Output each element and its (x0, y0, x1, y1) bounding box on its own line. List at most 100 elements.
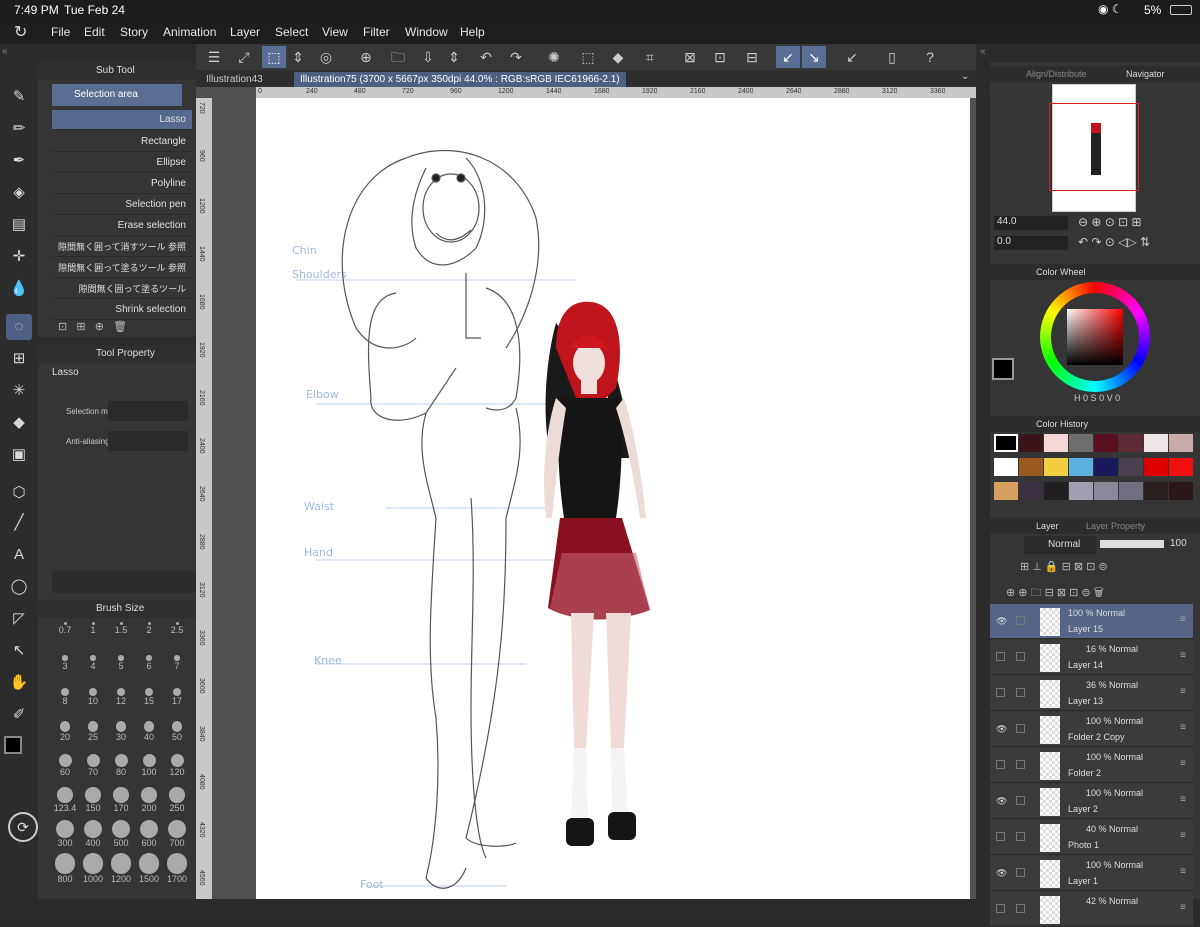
navigator-preview[interactable] (1049, 84, 1139, 212)
rotation-field[interactable]: 0.0 (994, 236, 1068, 250)
selection-edit-icon[interactable]: ⬚ (262, 46, 286, 68)
save-icon[interactable]: ⇩ (416, 46, 440, 68)
brush-size-option[interactable]: 7 (164, 655, 190, 671)
brush-size-option[interactable]: 1.5 (108, 622, 134, 635)
record-icon[interactable]: ◎ (314, 46, 338, 68)
eyedropper-icon[interactable]: ✐ (6, 702, 32, 728)
layer-menu-icon[interactable]: ≡ (1180, 794, 1186, 805)
brush-size-option[interactable]: 15 (136, 688, 162, 706)
color-history-swatch[interactable] (994, 458, 1018, 476)
opacity-value[interactable]: 100 (1170, 538, 1187, 549)
layer-menu-icon[interactable]: ≡ (1180, 830, 1186, 841)
hamburger-menu-icon[interactable]: ☰ (202, 46, 226, 68)
clear-icon[interactable]: ⬚ (576, 46, 600, 68)
sub-tool-actions[interactable]: ⊡ ⊞ ⊕ 🗑 (58, 320, 127, 333)
gradient-icon[interactable]: ▣ (6, 442, 32, 468)
select-layer-icon[interactable]: ⊞ (6, 346, 32, 372)
brush-size-option[interactable]: 300 (52, 820, 78, 848)
color-history-swatch[interactable] (1019, 434, 1043, 452)
brush-size-option[interactable]: 120 (164, 754, 190, 777)
layer-row[interactable]: 👁 100 % Normal Layer 1 ≡ (990, 856, 1193, 891)
menu-layer[interactable]: Layer (230, 25, 260, 39)
sub-tool-selection-pen[interactable]: Selection pen (52, 195, 192, 215)
selection-mode-buttons[interactable] (108, 401, 188, 421)
undo-icon[interactable]: ↶ (474, 46, 498, 68)
pencil-icon[interactable]: ✏ (6, 116, 32, 142)
visibility-toggle[interactable] (996, 688, 1005, 697)
layer-lock-toggle[interactable] (1016, 760, 1025, 769)
tab-illustration75[interactable]: Illustration75 (3700 x 5667px 350dpi 44.… (294, 72, 626, 87)
sub-tool-custom-2[interactable]: 隙間無く囲って塗るツール 参照 (52, 258, 192, 278)
brush-size-option[interactable]: 1700 (164, 853, 190, 884)
layer-row[interactable]: 42 % Normal ≡ (990, 892, 1193, 927)
brush-size-option[interactable]: 1500 (136, 853, 162, 884)
color-square[interactable] (1067, 309, 1123, 365)
eraser-icon[interactable]: ◈ (6, 180, 32, 206)
visibility-toggle[interactable] (996, 652, 1005, 661)
color-history-swatch[interactable] (1169, 458, 1193, 476)
visibility-eye-icon[interactable]: 👁 (996, 868, 1007, 878)
color-history-swatch[interactable] (1094, 434, 1118, 452)
brush-size-option[interactable]: 100 (136, 754, 162, 777)
brush-size-option[interactable]: 50 (164, 721, 190, 742)
brush-size-option[interactable]: 6 (136, 655, 162, 671)
color-history-swatch[interactable] (1069, 434, 1093, 452)
visibility-toggle[interactable] (996, 832, 1005, 841)
sub-tool-ellipse[interactable]: Ellipse (52, 153, 192, 173)
brush-size-option[interactable]: 800 (52, 853, 78, 884)
menu-file[interactable]: File (51, 25, 70, 39)
brush-size-option[interactable]: 80 (108, 754, 134, 777)
color-history-swatch[interactable] (1094, 458, 1118, 476)
layer-lock-toggle[interactable] (1016, 724, 1025, 733)
snap-ruler-icon[interactable]: ⊟ (740, 46, 764, 68)
brush-size-option[interactable]: 12 (108, 688, 134, 706)
canvas-document[interactable]: Chin Shoulders Elbow Waist Hand Knee Foo… (256, 98, 970, 899)
color-history-swatch[interactable] (1094, 482, 1118, 500)
current-color-swatch[interactable] (992, 358, 1014, 380)
layer-row[interactable]: 36 % Normal Layer 13 ≡ (990, 676, 1193, 711)
transform-icon[interactable]: ⌗ (638, 46, 662, 68)
brush-size-option[interactable]: 500 (108, 820, 134, 848)
color-history-swatch[interactable] (1044, 434, 1068, 452)
brush-size-option[interactable]: 40 (136, 721, 162, 742)
line-icon[interactable]: ╱ (6, 510, 32, 536)
color-history-swatch[interactable] (1044, 482, 1068, 500)
brush-size-option[interactable]: 10 (80, 688, 106, 706)
sub-tool-polyline[interactable]: Polyline (52, 174, 192, 194)
color-history-swatch[interactable] (1069, 458, 1093, 476)
operation-icon[interactable]: ↖ (6, 638, 32, 664)
color-history-swatch[interactable] (1044, 458, 1068, 476)
brush-size-option[interactable]: 5 (108, 655, 134, 671)
device-icon[interactable]: ▯ (880, 46, 904, 68)
color-history-swatch[interactable] (1119, 458, 1143, 476)
sub-tool-custom-1[interactable]: 隙間無く囲って消すツール 参照 (52, 237, 192, 257)
layer-row[interactable]: 👁 100 % Normal Layer 2 ≡ (990, 784, 1193, 819)
zoom-field[interactable]: 44.0 (994, 216, 1068, 230)
color-history-swatch[interactable] (1144, 458, 1168, 476)
invert-selection-icon[interactable]: ⊡ (708, 46, 732, 68)
color-history-swatch[interactable] (994, 482, 1018, 500)
color-history-swatch[interactable] (1119, 434, 1143, 452)
tab-navigator[interactable]: Navigator (1126, 66, 1165, 82)
tab-illustration43[interactable]: Illustration43 (200, 72, 269, 87)
brush-size-option[interactable]: 17 (164, 688, 190, 706)
visibility-toggle[interactable] (996, 760, 1005, 769)
brush-size-option[interactable]: 30 (108, 721, 134, 742)
collapse-right-icon[interactable]: « (980, 46, 986, 57)
sub-tool-rectangle[interactable]: Rectangle (52, 132, 192, 152)
main-color-swatch[interactable] (4, 736, 22, 754)
visibility-toggle[interactable] (996, 904, 1005, 913)
layer-menu-icon[interactable]: ≡ (1180, 614, 1186, 625)
layer-lock-toggle[interactable] (1016, 832, 1025, 841)
tab-align-distribute[interactable]: Align/Distribute (1026, 66, 1087, 82)
help-icon[interactable]: ? (918, 46, 942, 68)
layer-lock-toggle[interactable] (1016, 688, 1025, 697)
brush-size-option[interactable]: 2.5 (164, 622, 190, 635)
open-folder-icon[interactable]: 🗀 (386, 46, 410, 68)
anti-aliasing-buttons[interactable] (108, 431, 188, 451)
hand-icon[interactable]: ✋ (6, 670, 32, 696)
color-history-swatch[interactable] (1119, 482, 1143, 500)
color-history-swatch[interactable] (1169, 482, 1193, 500)
collapse-left-icon[interactable]: « (2, 46, 8, 57)
sub-tool-shrink-selection[interactable]: Shrink selection (52, 300, 192, 320)
